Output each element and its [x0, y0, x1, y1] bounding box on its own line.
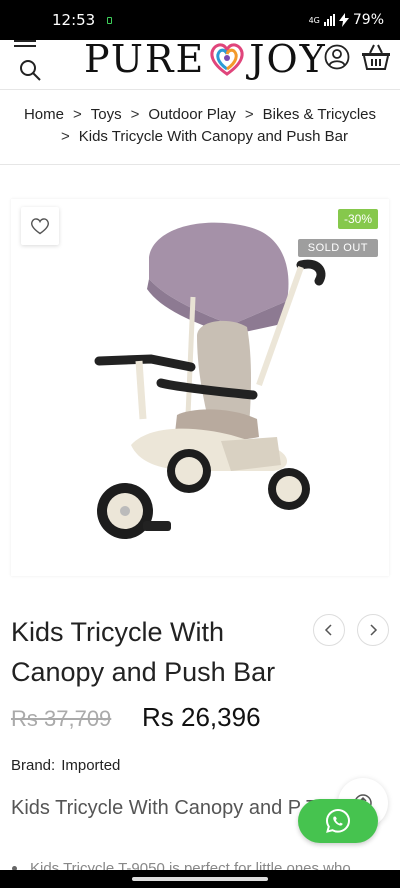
- battery-saver-icon: [107, 16, 113, 24]
- network-type: 4G: [308, 15, 320, 25]
- breadcrumb-separator: >: [130, 106, 140, 123]
- product-gallery: -30% SOLD OUT: [11, 199, 389, 576]
- status-bar: 12:53 4G 79%: [0, 0, 400, 40]
- site-logo[interactable]: PURE JOY: [84, 40, 327, 78]
- signal-icon: [323, 14, 335, 26]
- site-header: PURE JOY: [0, 40, 400, 88]
- breadcrumb-current: Kids Tricycle With Canopy and Push Bar: [78, 128, 349, 145]
- logo-text-left: PURE: [84, 37, 206, 81]
- logo-text-right: JOY: [249, 37, 327, 81]
- next-product-button[interactable]: [357, 614, 389, 646]
- home-gesture-handle[interactable]: [132, 877, 268, 881]
- chevron-left-icon: [324, 624, 332, 636]
- search-icon[interactable]: [18, 58, 42, 82]
- heart-icon: [31, 218, 49, 235]
- product-title: Kids Tricycle With Canopy and Push Bar: [11, 617, 276, 687]
- charging-icon: [338, 13, 349, 27]
- original-price: Rs 37,709: [11, 706, 112, 731]
- breadcrumb-toys[interactable]: Toys: [91, 106, 122, 123]
- wishlist-button[interactable]: [21, 207, 59, 245]
- breadcrumb-separator: >: [244, 106, 254, 123]
- brand-label: Brand:: [11, 757, 56, 774]
- breadcrumb: Home > Toys > Outdoor Play > Bikes & Tricycles…: [0, 104, 400, 148]
- sale-price: Rs 26,396: [142, 702, 261, 732]
- brand-value[interactable]: Imported: [61, 757, 120, 774]
- status-icons: 4G 79%: [309, 12, 384, 28]
- breadcrumb-home[interactable]: Home: [24, 106, 64, 123]
- menu-icon[interactable]: [14, 40, 36, 48]
- product-image[interactable]: [81, 209, 351, 559]
- breadcrumb-separator: >: [72, 106, 82, 123]
- whatsapp-button[interactable]: [298, 799, 378, 843]
- logo-heart-icon: [210, 43, 244, 76]
- breadcrumb-outdoor-play[interactable]: Outdoor Play: [148, 106, 236, 123]
- cart-icon[interactable]: [361, 43, 391, 71]
- user-icon[interactable]: [324, 44, 350, 70]
- breadcrumb-divider: [0, 164, 400, 165]
- chevron-right-icon: [370, 624, 378, 636]
- brand-row: Brand: Imported: [11, 757, 120, 774]
- whatsapp-icon: [325, 808, 351, 833]
- status-time: 12:53: [52, 11, 96, 29]
- breadcrumb-bikes-tricycles[interactable]: Bikes & Tricycles: [263, 106, 376, 123]
- battery-level: 79%: [352, 12, 384, 28]
- header-divider: [0, 89, 400, 90]
- breadcrumb-separator: >: [60, 128, 70, 145]
- prev-product-button[interactable]: [313, 614, 345, 646]
